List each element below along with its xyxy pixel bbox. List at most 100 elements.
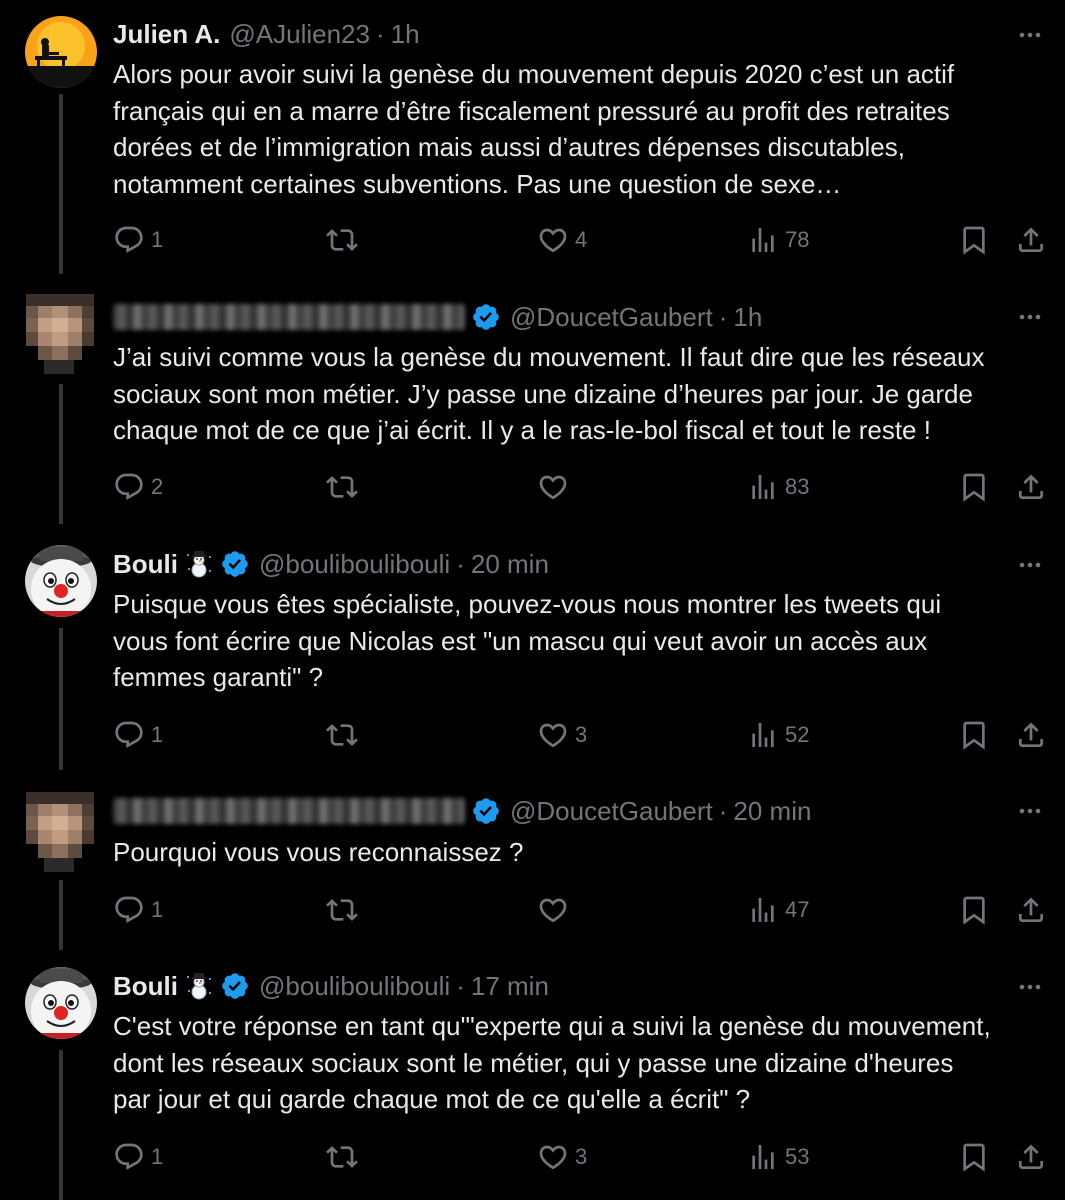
tweet[interactable]: Bouli @bouliboulibouli · 17 min C'est vo…	[0, 952, 1065, 1200]
separator-dot: ·	[718, 302, 728, 332]
avatar[interactable]	[25, 16, 97, 88]
timestamp[interactable]: 17 min	[471, 966, 549, 1006]
tweet-text: Pourquoi vous vous reconnaissez ?	[113, 837, 524, 867]
retweet-icon	[326, 224, 358, 256]
share-icon	[1015, 224, 1047, 256]
views-button[interactable]: 47	[747, 890, 809, 930]
retweet-button[interactable]	[326, 220, 364, 260]
reply-icon	[113, 471, 145, 503]
more-options-icon[interactable]	[1015, 796, 1045, 826]
like-button[interactable]	[537, 890, 575, 930]
reply-button[interactable]: 1	[113, 220, 163, 260]
bookmark-button[interactable]	[958, 220, 990, 260]
avatar[interactable]	[26, 784, 94, 880]
verified-badge-icon[interactable]	[471, 796, 501, 826]
user-handle[interactable]: @bouliboulibouli	[259, 544, 450, 584]
separator-dot: ·	[718, 796, 728, 826]
views-icon	[747, 1141, 779, 1173]
share-icon	[1015, 894, 1047, 926]
retweet-button[interactable]	[326, 1137, 364, 1177]
more-options-icon[interactable]	[1015, 302, 1045, 332]
user-handle[interactable]: @DoucetGaubert	[510, 297, 713, 337]
like-button[interactable]: 4	[537, 220, 587, 260]
heart-icon	[537, 471, 569, 503]
views-icon	[747, 224, 779, 256]
tweet-text: J’ai suivi comme vous la genèse du mouve…	[113, 342, 985, 445]
reply-thread: Julien A. @AJulien23 · 1h Alors pour avo…	[0, 0, 1065, 1200]
verified-badge-icon[interactable]	[471, 302, 501, 332]
verified-badge-icon[interactable]	[220, 549, 250, 579]
share-button[interactable]	[1015, 1137, 1047, 1177]
snowman-emoji-icon	[184, 549, 214, 579]
avatar[interactable]	[25, 967, 97, 1039]
reply-button[interactable]: 1	[113, 890, 163, 930]
retweet-button[interactable]	[326, 467, 364, 507]
retweet-icon	[326, 471, 358, 503]
user-handle[interactable]: @AJulien23	[229, 14, 370, 54]
separator-dot: ·	[456, 971, 465, 1001]
bookmark-button[interactable]	[958, 715, 990, 755]
view-count: 78	[785, 227, 810, 252]
user-handle[interactable]: @DoucetGaubert	[510, 791, 713, 831]
views-icon	[747, 719, 779, 751]
reply-button[interactable]: 2	[113, 467, 163, 507]
retweet-icon	[326, 894, 358, 926]
pixelated-avatar-image	[26, 286, 94, 382]
views-button[interactable]: 52	[747, 715, 809, 755]
reply-button[interactable]: 1	[113, 715, 163, 755]
views-button[interactable]: 78	[747, 220, 809, 260]
tweet-header: Bouli @bouliboulibouli · 17 min	[113, 966, 549, 1006]
timestamp[interactable]: 20 min	[471, 544, 549, 584]
views-button[interactable]: 83	[747, 467, 809, 507]
display-name[interactable]: Bouli	[113, 544, 178, 584]
reply-button[interactable]: 1	[113, 1137, 163, 1177]
retweet-button[interactable]	[326, 890, 364, 930]
share-button[interactable]	[1015, 890, 1047, 930]
reply-count: 2	[151, 474, 164, 499]
share-button[interactable]	[1015, 715, 1047, 755]
redacted-display-name[interactable]	[113, 304, 465, 330]
display-name[interactable]: Bouli	[113, 966, 178, 1006]
bookmark-button[interactable]	[958, 1137, 990, 1177]
user-handle[interactable]: @bouliboulibouli	[259, 966, 450, 1006]
redacted-display-name[interactable]	[113, 798, 465, 824]
tweet[interactable]: Julien A. @AJulien23 · 1h Alors pour avo…	[0, 0, 1065, 270]
snowman-emoji-icon	[184, 971, 214, 1001]
tweet[interactable]: Bouli @bouliboulibouli · 20 min Puisque …	[0, 530, 1065, 780]
bookmark-button[interactable]	[958, 890, 990, 930]
tweet[interactable]: @DoucetGaubert · 20 min Pourquoi vous vo…	[0, 778, 1065, 948]
like-button[interactable]: 3	[537, 715, 587, 755]
view-count: 47	[785, 897, 810, 922]
bookmark-button[interactable]	[958, 467, 990, 507]
views-icon	[747, 471, 779, 503]
avatar[interactable]	[26, 286, 94, 382]
heart-icon	[537, 1141, 569, 1173]
retweet-icon	[326, 1141, 358, 1173]
retweet-button[interactable]	[326, 715, 364, 755]
action-bar: 1 3 52	[0, 715, 1065, 755]
like-button[interactable]	[537, 467, 575, 507]
action-bar: 1 3 53	[0, 1137, 1065, 1177]
views-button[interactable]: 53	[747, 1137, 809, 1177]
display-name[interactable]: Julien A.	[113, 14, 220, 54]
share-button[interactable]	[1015, 467, 1047, 507]
like-count: 3	[575, 722, 588, 747]
timestamp[interactable]: 20 min	[733, 791, 811, 831]
more-options-icon[interactable]	[1015, 972, 1045, 1002]
verified-badge-icon[interactable]	[220, 971, 250, 1001]
tweet[interactable]: @DoucetGaubert · 1h J’ai suivi comme vou…	[0, 282, 1065, 532]
avatar[interactable]	[25, 545, 97, 617]
snowman-avatar-image	[25, 545, 97, 617]
action-bar: 1 4 78	[0, 220, 1065, 260]
like-button[interactable]: 3	[537, 1137, 587, 1177]
view-count: 53	[785, 1144, 810, 1169]
timestamp[interactable]: 1h	[391, 14, 420, 54]
share-button[interactable]	[1015, 220, 1047, 260]
tweet-text: Alors pour avoir suivi la genèse du mouv…	[113, 59, 955, 199]
more-options-icon[interactable]	[1015, 20, 1045, 50]
more-options-icon[interactable]	[1015, 550, 1045, 580]
pixelated-avatar-image	[26, 784, 94, 880]
timestamp[interactable]: 1h	[733, 297, 762, 337]
view-count: 83	[785, 474, 810, 499]
reply-count: 1	[151, 1144, 164, 1169]
